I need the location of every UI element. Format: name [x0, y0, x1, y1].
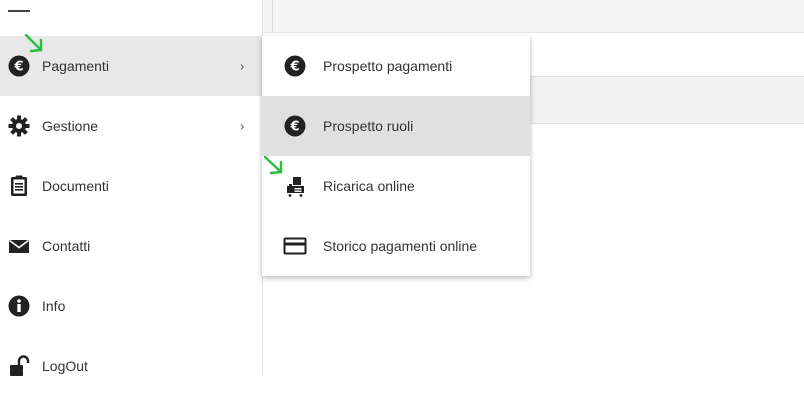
submenu-item-storico-pagamenti-online[interactable]: Storico pagamenti online	[262, 216, 530, 276]
chevron-right-icon: ›	[240, 118, 245, 134]
envelope-icon	[8, 235, 30, 257]
sidebar-item-label: LogOut	[42, 358, 88, 374]
gear-icon	[8, 115, 30, 137]
euro-icon: €	[283, 54, 307, 78]
info-icon	[8, 295, 30, 317]
sidebar-item-label: Documenti	[42, 178, 109, 194]
euro-icon: €	[8, 55, 30, 77]
svg-text:€: €	[13, 60, 23, 75]
sidebar-item-logout[interactable]: LogOut	[0, 336, 262, 396]
content-header-bar	[262, 0, 804, 33]
euro-icon: €	[283, 114, 307, 138]
content-row	[520, 76, 804, 124]
submenu-item-prospetto-pagamenti[interactable]: € Prospetto pagamenti	[262, 36, 530, 96]
sidebar: € Pagamenti › Gestione › Documenti Conta…	[0, 0, 263, 376]
submenu-dropdown: € Prospetto pagamenti € Prospetto ruoli …	[262, 36, 530, 276]
annotation-arrow-icon	[24, 33, 43, 53]
submenu-item-ricarica-online[interactable]: Ricarica online	[262, 156, 530, 216]
sidebar-item-gestione[interactable]: Gestione ›	[0, 96, 262, 156]
sidebar-item-info[interactable]: Info	[0, 276, 262, 336]
clipboard-icon	[8, 175, 30, 197]
submenu-item-prospetto-ruoli[interactable]: € Prospetto ruoli	[262, 96, 530, 156]
submenu-item-label: Storico pagamenti online	[323, 238, 478, 254]
submenu-item-label: Prospetto pagamenti	[323, 58, 453, 74]
chevron-right-icon: ›	[240, 58, 245, 74]
credit-card-icon	[283, 234, 307, 258]
annotation-arrow-icon	[263, 155, 283, 175]
sidebar-item-documenti[interactable]: Documenti	[0, 156, 262, 216]
sidebar-item-label: Contatti	[42, 238, 91, 254]
sidebar-item-contatti[interactable]: Contatti	[0, 216, 262, 276]
sidebar-item-label: Info	[42, 298, 66, 314]
svg-text:€: €	[289, 120, 299, 135]
menu-icon[interactable]	[8, 10, 30, 13]
submenu-item-label: Ricarica online	[323, 178, 415, 194]
submenu-item-label: Prospetto ruoli	[323, 118, 414, 134]
sidebar-item-label: Pagamenti	[42, 58, 109, 74]
sidebar-item-label: Gestione	[42, 118, 99, 134]
content-divider	[272, 0, 273, 32]
svg-text:€: €	[289, 60, 299, 75]
